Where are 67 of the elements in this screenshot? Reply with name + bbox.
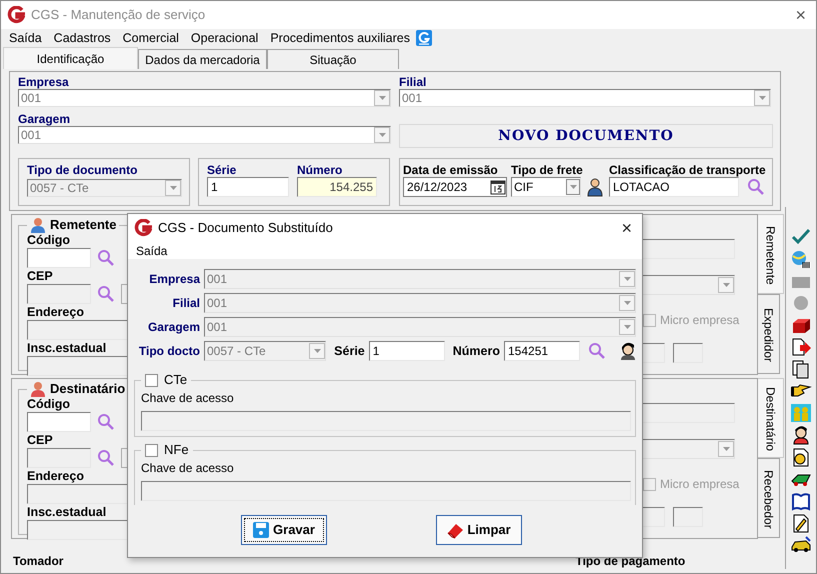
field-label: Garagem xyxy=(18,112,72,126)
field-label: Número xyxy=(452,344,500,358)
field-label: Número xyxy=(297,163,344,177)
field-label: Tipo de documento xyxy=(27,163,138,177)
close-button[interactable]: × xyxy=(791,6,810,24)
field-label: Chave de acesso xyxy=(141,460,235,477)
input-field[interactable]: 1 xyxy=(368,341,445,361)
tab[interactable]: Expedidor xyxy=(758,294,780,374)
field-label: Tomador xyxy=(13,554,64,568)
field-label: Filial xyxy=(399,75,428,89)
tab[interactable]: Dados da mercadoria xyxy=(138,49,267,69)
close-button[interactable]: × xyxy=(617,219,636,237)
tab[interactable]: Destinatário xyxy=(758,378,784,458)
menu-item[interactable]: Saída xyxy=(3,30,48,46)
dialog-title: CGS - Documento Substituído xyxy=(158,219,333,238)
dropdown[interactable]: 001 xyxy=(18,89,391,107)
tab[interactable]: Situação xyxy=(267,49,399,69)
field-label: Tipo docto xyxy=(138,343,200,360)
section-title: Remetente xyxy=(50,218,116,232)
save-button[interactable]: Gravar xyxy=(240,515,326,545)
field-label: Insc.estadual xyxy=(27,505,108,519)
section-title: Destinatário xyxy=(50,382,126,396)
menu-item[interactable]: Operacional xyxy=(184,30,264,46)
input-field[interactable]: LOTACAO xyxy=(609,177,739,197)
field-label: Filial xyxy=(172,295,200,312)
input-field[interactable]: 154.255 xyxy=(297,177,377,197)
menu-item[interactable]: Procedimentos auxiliares xyxy=(264,30,416,46)
menu-item[interactable]: Saída xyxy=(136,244,168,258)
field-label: Garagem xyxy=(146,319,200,336)
checkbox-label: CTe xyxy=(164,373,188,387)
field-label: Chave de acesso xyxy=(141,390,235,407)
dropdown[interactable]: 0057 - CTe xyxy=(27,179,182,197)
field-label: Código xyxy=(27,233,72,247)
checkbox-label: Micro empresa xyxy=(660,476,740,493)
tab[interactable]: Identificação xyxy=(3,47,138,69)
field-label: CEP xyxy=(27,269,54,283)
checkbox-label: NFe xyxy=(164,443,189,457)
field-label: Empresa xyxy=(148,271,200,288)
status-banner: NOVO DOCUMENTO xyxy=(399,124,773,148)
field-label: Série xyxy=(334,344,365,358)
field-label: Data de emissão xyxy=(403,163,499,177)
field-label: Insc.estadual xyxy=(27,341,108,355)
dropdown[interactable]: 001 xyxy=(399,89,771,107)
tab[interactable]: Remetente xyxy=(758,214,784,294)
menu-item[interactable]: Cadastros xyxy=(48,30,117,46)
dropdown[interactable]: 001 xyxy=(18,126,391,144)
date-field[interactable]: 26/12/2023 xyxy=(403,177,507,197)
field-label: Endereço xyxy=(27,469,85,483)
dropdown[interactable]: 001 xyxy=(204,293,636,313)
dropdown[interactable]: 0057 - CTe xyxy=(204,341,326,361)
dropdown[interactable]: 001 xyxy=(204,269,636,289)
clear-button[interactable]: Limpar xyxy=(436,515,522,545)
field-label: Série xyxy=(207,163,238,177)
input-field[interactable]: 154251 xyxy=(504,341,580,361)
window-title: CGS - Manutenção de serviço xyxy=(31,6,206,24)
dropdown[interactable]: CIF xyxy=(511,177,581,197)
tab[interactable]: Recebedor xyxy=(758,458,780,538)
field-label: CEP xyxy=(27,433,54,447)
field-label: Classificação de transporte xyxy=(609,163,766,177)
dropdown[interactable]: 001 xyxy=(204,317,636,337)
input-field[interactable]: 1 xyxy=(207,177,289,197)
menu-item[interactable]: Comercial xyxy=(116,30,185,46)
field-label: Endereço xyxy=(27,305,85,319)
field-label: Tipo de frete xyxy=(511,163,584,177)
field-label: Código xyxy=(27,397,72,411)
checkbox-label: Micro empresa xyxy=(660,312,740,329)
field-label: Empresa xyxy=(18,75,70,89)
